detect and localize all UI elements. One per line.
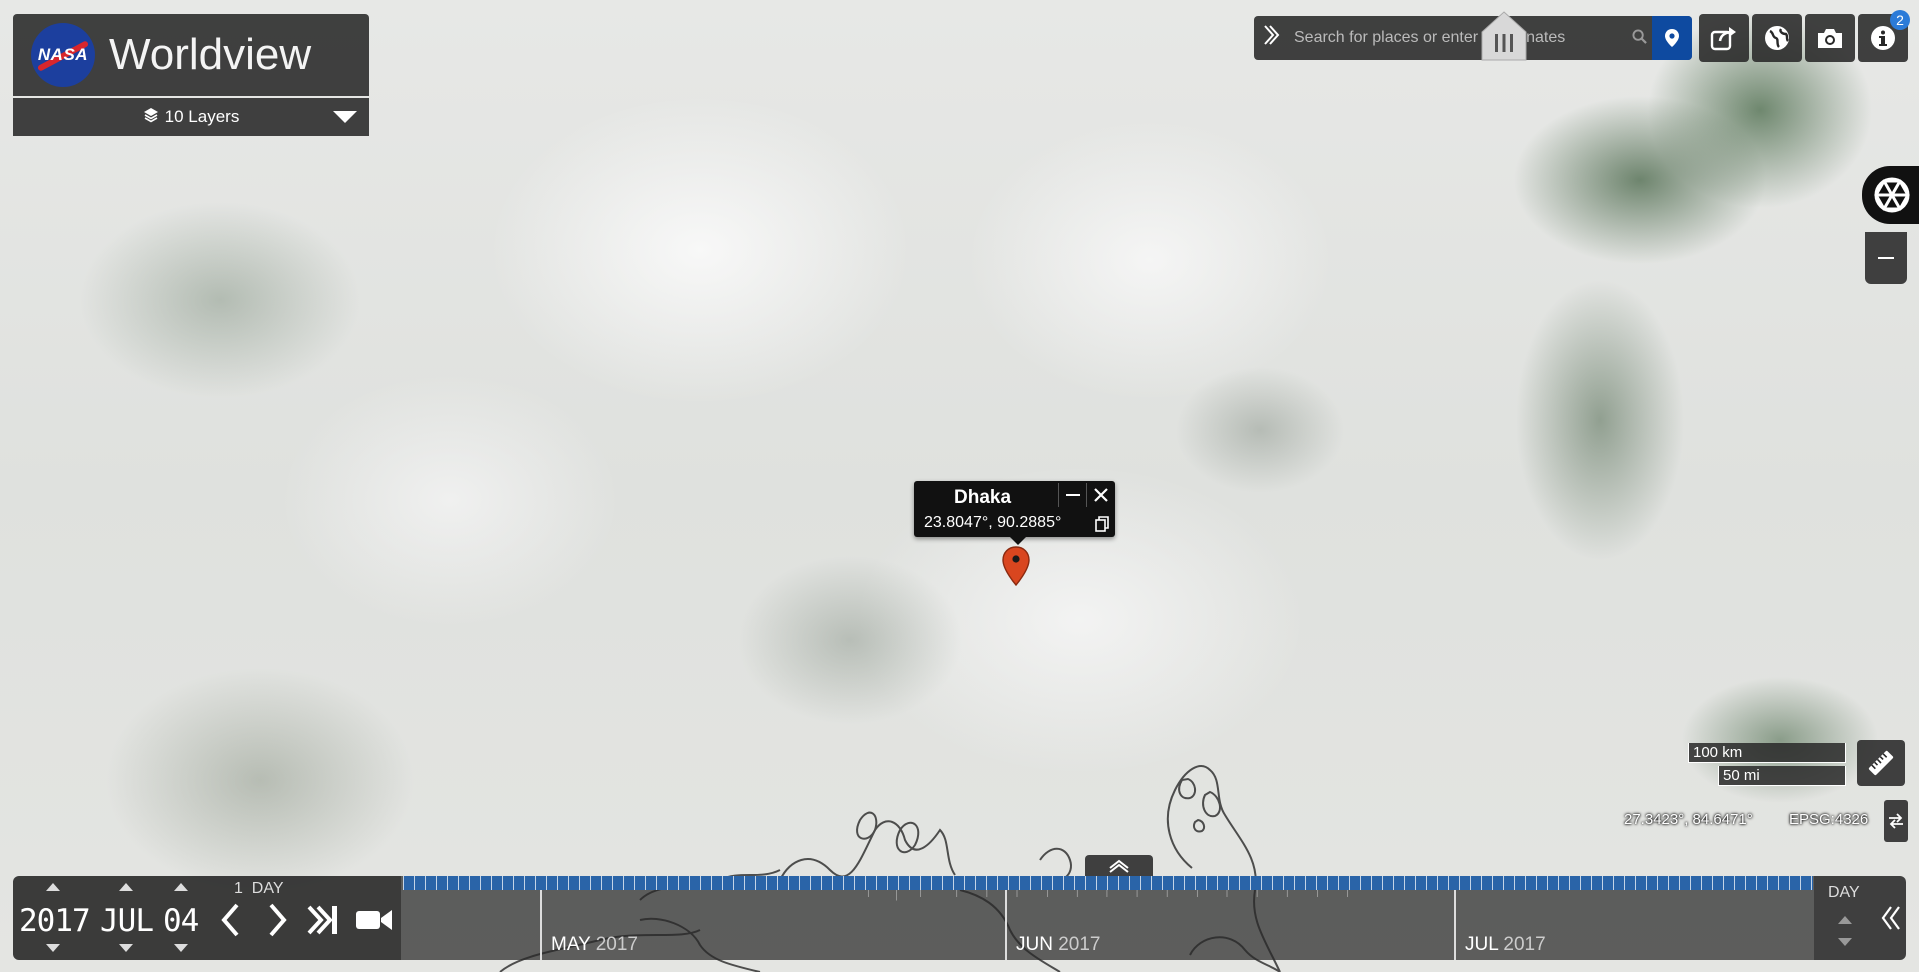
minus-icon	[1066, 494, 1080, 496]
chevron-left-icon	[221, 903, 239, 937]
month-field[interactable]: JUL	[100, 903, 154, 939]
layers-toggle-button[interactable]: 10 Layers	[13, 98, 369, 136]
map-pin-icon	[1665, 29, 1679, 47]
cursor-coordinates: 27.3423°, 84.6471°	[1624, 811, 1753, 828]
copy-icon	[1095, 516, 1109, 532]
layers-count-label: 10 Layers	[164, 107, 240, 126]
interval-unit: DAY	[251, 880, 284, 897]
coordinate-format-toggle[interactable]	[1884, 800, 1908, 842]
year-down-arrow-icon[interactable]	[46, 944, 60, 952]
popup-coordinates: 23.8047°, 90.2885°	[924, 514, 1062, 531]
rotate-map-button[interactable]	[1862, 166, 1919, 224]
month-divider	[1454, 890, 1456, 960]
info-icon	[1871, 26, 1895, 50]
scale-bar-km: 100 km	[1688, 743, 1846, 763]
day-field[interactable]: 04	[163, 903, 199, 939]
month-down-arrow-icon[interactable]	[119, 944, 133, 952]
collapse-timeline-button[interactable]	[1876, 876, 1906, 960]
location-search	[1254, 16, 1692, 60]
month-name: JUN	[1016, 934, 1053, 955]
chevron-right-icon	[269, 903, 287, 937]
globe-icon	[1765, 26, 1789, 50]
compass-icon	[1874, 177, 1910, 213]
jump-to-latest-button[interactable]	[303, 900, 343, 940]
share-button[interactable]	[1699, 14, 1749, 62]
close-icon	[1094, 488, 1108, 502]
search-icon[interactable]	[1626, 28, 1652, 48]
app-title: Worldview	[109, 30, 312, 79]
timeline-ticks	[867, 890, 1348, 901]
ruler-icon	[1868, 750, 1894, 776]
day-down-arrow-icon[interactable]	[174, 944, 188, 952]
swap-arrows-icon	[1889, 813, 1903, 829]
skip-to-end-icon	[307, 905, 337, 935]
location-pin-button[interactable]	[1652, 16, 1692, 60]
interval-count: 1	[234, 880, 243, 897]
month-name: MAY	[551, 934, 591, 955]
close-popup-button[interactable]	[1086, 483, 1115, 507]
month-up-arrow-icon[interactable]	[119, 883, 133, 891]
animation-button[interactable]	[353, 900, 395, 940]
month-year: 2017	[595, 934, 638, 955]
month-label: JUL 2017	[1465, 934, 1546, 956]
map-marker-icon[interactable]	[1002, 546, 1030, 591]
search-input[interactable]	[1284, 18, 1626, 58]
video-camera-icon	[356, 910, 392, 930]
previous-date-button[interactable]	[213, 900, 249, 940]
timeline[interactable]: MAY 2017 JUN 2017 JUL 2017	[401, 876, 1814, 960]
double-chevron-left-icon	[1881, 906, 1900, 930]
nasa-logo-text: NASA	[37, 45, 89, 64]
timeline-zoom-selector: DAY	[1814, 876, 1876, 960]
year-up-arrow-icon[interactable]	[46, 883, 60, 891]
expand-search-icon[interactable]	[1258, 23, 1284, 53]
chevron-down-icon	[333, 111, 357, 123]
month-divider	[1005, 890, 1007, 960]
measure-button[interactable]	[1857, 740, 1905, 786]
layers-icon	[143, 107, 159, 127]
timeline-drag-handle[interactable]	[1476, 10, 1532, 62]
year-field[interactable]: 2017	[19, 903, 91, 939]
location-popup: Dhaka 23.8047°, 90.2885°	[914, 481, 1115, 545]
month-name: JUL	[1465, 934, 1499, 955]
month-year: 2017	[1503, 934, 1546, 955]
minimize-popup-button[interactable]	[1058, 483, 1087, 507]
nasa-logo[interactable]: NASA	[31, 23, 95, 87]
copy-coordinates-button[interactable]	[1094, 515, 1110, 533]
day-up-arrow-icon[interactable]	[174, 883, 188, 891]
share-icon	[1710, 27, 1736, 51]
projection-button[interactable]	[1752, 14, 1802, 62]
zoom-level-up-arrow-icon[interactable]	[1838, 916, 1852, 924]
date-selector: 2017 JUL 04 1 DAY	[13, 876, 401, 960]
interval-selector[interactable]: 1 DAY	[234, 880, 284, 898]
camera-icon	[1818, 29, 1842, 48]
timeline-zoom-level[interactable]: DAY	[1828, 884, 1860, 902]
snapshot-button[interactable]	[1805, 14, 1855, 62]
expand-timeline-button[interactable]	[1085, 855, 1153, 877]
zoom-out-button[interactable]	[1865, 232, 1907, 284]
month-divider	[540, 890, 542, 960]
minus-icon	[1878, 257, 1894, 259]
month-label: JUN 2017	[1016, 934, 1101, 956]
zoom-level-down-arrow-icon[interactable]	[1838, 938, 1852, 946]
popup-place-name: Dhaka	[954, 487, 1012, 508]
projection-code: EPSG:4326	[1789, 811, 1869, 828]
scale-bar-mi: 50 mi	[1718, 766, 1846, 786]
info-button[interactable]: 2	[1858, 10, 1910, 62]
next-date-button[interactable]	[259, 900, 295, 940]
month-label: MAY 2017	[551, 934, 638, 956]
app-header: NASA Worldview	[13, 14, 369, 96]
month-year: 2017	[1058, 934, 1101, 955]
notification-badge: 2	[1890, 10, 1910, 30]
chevron-up-icon	[1109, 859, 1129, 873]
